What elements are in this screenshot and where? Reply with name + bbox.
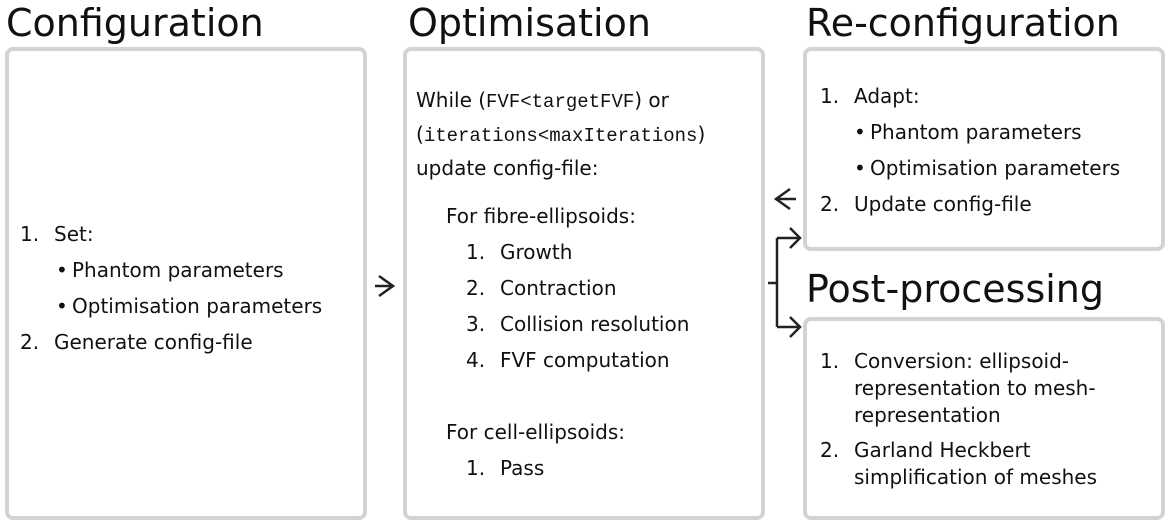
postprocessing-list: 1. Conversion: ellipsoid-representation t… [820,348,1097,491]
condition-fvf: FVF<targetFVF [486,91,635,113]
reconfiguration-title: Re-configuration [806,1,1120,45]
optimisation-title: Optimisation [408,1,651,45]
cell-steps: For cell-ellipsoids: 1. Pass [446,414,625,486]
fibre-step: 2. Contraction [466,276,617,300]
reconfig-item-1: 1. Adapt: [820,84,920,108]
reconfig-item-2: 2. Update config-file [820,192,1032,216]
fibre-step: 4. FVF computation [466,348,670,372]
arrow-right-icon [375,274,396,298]
fibre-step: 1. Growth [466,240,573,264]
post-item-1: 1. Conversion: ellipsoid-representation t… [820,349,1096,427]
reconfig-subitem: • Optimisation parameters [854,156,1121,180]
config-item-1: 1. Set: [20,222,94,246]
post-item-2: 2. Garland Heckbert simplification of mesh… [820,438,1098,489]
optimisation-condition: While (FVF<targetFVF) or (iterations<max… [416,88,706,180]
reconfig-subitem: • Phantom parameters [854,120,1082,144]
branch-arrows-icon [768,227,802,338]
configuration-title: Configuration [6,1,264,45]
cell-heading: For cell-ellipsoids: [446,420,625,444]
configuration-list: 1. Set: • Phantom parameters • Optimisation… [20,216,322,360]
config-subitem: • Optimisation parameters [56,294,323,318]
reconfiguration-list: 1. Adapt: • Phantom parameters • Optimisati… [820,78,1120,222]
fibre-heading: For fibre-ellipsoids: [446,204,636,228]
cell-step: 1. Pass [466,456,545,480]
condition-iterations: iterations<maxIterations [423,125,698,147]
config-item-2: 2. Generate config-file [20,330,253,354]
arrow-left-icon [773,187,796,211]
config-subitem: • Phantom parameters [56,258,284,282]
postprocessing-title: Post-processing [806,267,1105,311]
fibre-step: 3. Collision resolution [466,312,690,336]
fibre-steps: For fibre-ellipsoids: 1. Growth 2. Contrac… [446,198,689,378]
